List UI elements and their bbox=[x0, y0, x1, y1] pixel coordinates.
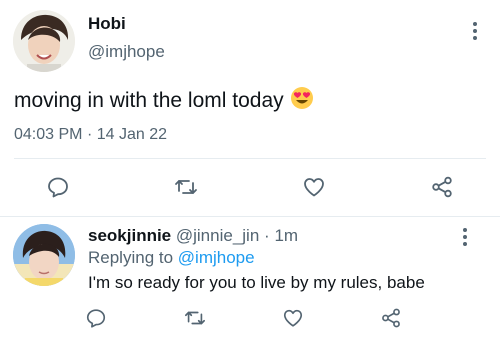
tweet-text: moving in with the loml today bbox=[14, 86, 314, 116]
reply-age[interactable]: 1m bbox=[274, 226, 298, 245]
tweet-separator bbox=[0, 216, 500, 217]
divider bbox=[14, 158, 486, 159]
reply-retweet-icon[interactable] bbox=[182, 305, 208, 331]
reply-avatar-image bbox=[13, 224, 75, 286]
reply-text: I'm so ready for you to live by my rules… bbox=[88, 273, 425, 292]
author-name[interactable]: Hobi bbox=[88, 14, 126, 34]
like-icon[interactable] bbox=[301, 174, 327, 200]
replying-to: Replying to @imjhope bbox=[88, 248, 255, 268]
reply-meta-separator: · bbox=[264, 226, 270, 245]
avatar-image bbox=[13, 10, 75, 72]
replying-handle-link[interactable]: @imjhope bbox=[178, 248, 255, 267]
reply-icon[interactable] bbox=[45, 174, 71, 200]
reply-reply-icon[interactable] bbox=[83, 305, 109, 331]
reply-author-handle[interactable]: @jinnie_jin bbox=[176, 226, 259, 245]
reply-author-avatar[interactable] bbox=[13, 224, 75, 286]
retweet-icon[interactable] bbox=[173, 174, 199, 200]
author-avatar[interactable] bbox=[13, 10, 75, 72]
tweet-timestamp[interactable]: 04:03 PM · 14 Jan 22 bbox=[14, 126, 167, 144]
tweet-time: 04:03 PM bbox=[14, 126, 83, 143]
more-options-icon[interactable] bbox=[468, 22, 482, 42]
tweet-body: moving in with the loml today bbox=[14, 89, 284, 112]
share-icon[interactable] bbox=[429, 174, 455, 200]
reply-author-name[interactable]: seokjinnie bbox=[88, 226, 171, 245]
reply-like-icon[interactable] bbox=[280, 305, 306, 331]
reply-share-icon[interactable] bbox=[378, 305, 404, 331]
reply-more-options-icon[interactable] bbox=[458, 228, 472, 248]
reply-header: seokjinnie @jinnie_jin · 1m bbox=[88, 226, 298, 246]
replying-prefix: Replying to bbox=[88, 248, 174, 267]
meta-separator: · bbox=[86, 126, 93, 143]
author-handle[interactable]: @imjhope bbox=[88, 42, 165, 62]
tweet-date: 14 Jan 22 bbox=[96, 126, 167, 143]
heart-eyes-emoji-icon bbox=[290, 86, 314, 116]
